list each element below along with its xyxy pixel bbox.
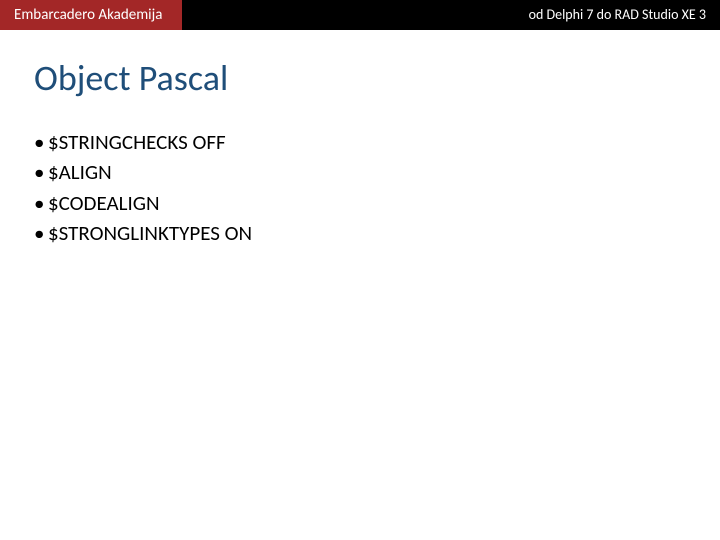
bullet-icon: •: [34, 189, 48, 217]
content-area: •$STRINGCHECKS OFF •$ALIGN •$CODEALIGN •…: [34, 128, 686, 249]
page-title: Object Pascal: [34, 56, 228, 100]
bullet-text: $STRINGCHECKS OFF: [48, 129, 226, 155]
bullet-icon: •: [34, 128, 48, 156]
bullet-text: $CODEALIGN: [48, 190, 160, 216]
list-item: •$STRINGCHECKS OFF: [34, 128, 686, 156]
bullet-icon: •: [34, 219, 48, 247]
list-item: •$STRONGLINKTYPES ON: [34, 219, 686, 247]
header-right-text: od Delphi 7 do RAD Studio XE 3: [529, 0, 706, 30]
list-item: •$CODEALIGN: [34, 189, 686, 217]
bullet-text: $STRONGLINKTYPES ON: [48, 220, 252, 246]
header-left-badge: Embarcadero Akademija: [0, 0, 182, 30]
bullet-text: $ALIGN: [48, 159, 112, 185]
header-bar: Embarcadero Akademija od Delphi 7 do RAD…: [0, 0, 720, 30]
slide: Embarcadero Akademija od Delphi 7 do RAD…: [0, 0, 720, 540]
list-item: •$ALIGN: [34, 158, 686, 186]
bullet-icon: •: [34, 158, 48, 186]
header-left-text: Embarcadero Akademija: [14, 6, 162, 24]
